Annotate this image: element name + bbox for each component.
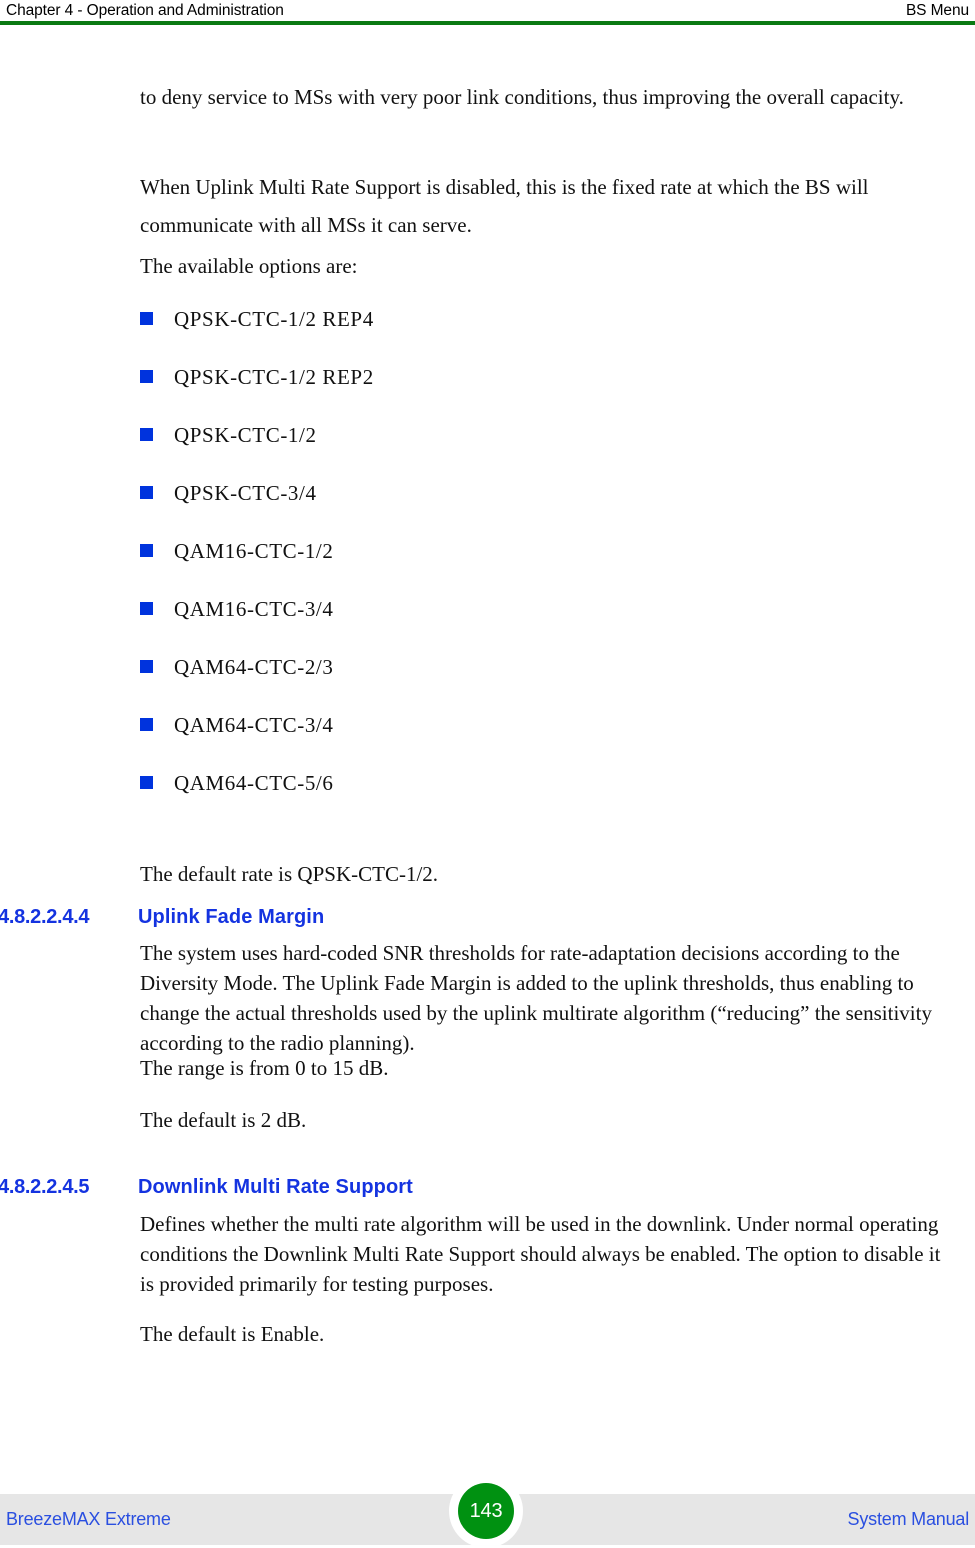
bullet-square-icon: [140, 660, 153, 673]
paragraph-uplink-disabled: When Uplink Multi Rate Support is disabl…: [140, 175, 869, 237]
list-item: QAM16-CTC-1/2: [140, 538, 958, 596]
paragraph-default-rate: The default rate is QPSK-CTC-1/2.: [140, 862, 439, 886]
rate-option-label: QPSK-CTC-3/4: [174, 481, 317, 505]
list-item: QPSK-CTC-1/2: [140, 422, 958, 480]
list-item: QPSK-CTC-3/4: [140, 480, 958, 538]
paragraph-default-enable: The default is Enable.: [140, 1322, 325, 1346]
rate-option-label: QAM16-CTC-1/2: [174, 539, 334, 563]
heading-title: Downlink Multi Rate Support: [138, 1176, 413, 1198]
paragraph-available-options: The available options are:: [140, 254, 358, 278]
bullet-square-icon: [140, 312, 153, 325]
list-item: QAM64-CTC-3/4: [140, 712, 958, 770]
document-type: System Manual: [847, 1509, 970, 1529]
rate-option-label: QAM16-CTC-3/4: [174, 597, 334, 621]
rate-option-label: QPSK-CTC-1/2: [174, 423, 317, 447]
list-item: QPSK-CTC-1/2 REP2: [140, 364, 958, 422]
page-footer: BreezeMAX Extreme System Manual 143: [0, 1474, 975, 1548]
section-label: BS Menu: [905, 2, 969, 19]
bullet-square-icon: [140, 486, 153, 499]
list-item: QAM16-CTC-3/4: [140, 596, 958, 654]
rate-options-list: QPSK-CTC-1/2 REP4 QPSK-CTC-1/2 REP2 QPSK…: [140, 306, 958, 828]
bullet-square-icon: [140, 544, 153, 557]
paragraph-fade-margin-description: The system uses hard-coded SNR threshold…: [140, 941, 932, 1055]
list-item: QPSK-CTC-1/2 REP4: [140, 306, 958, 364]
heading-number: 4.8.2.2.4.5: [0, 1176, 90, 1198]
rate-option-label: QPSK-CTC-1/2 REP2: [174, 365, 374, 389]
product-name: BreezeMAX Extreme: [6, 1509, 171, 1529]
heading-number: 4.8.2.2.4.4: [0, 906, 90, 928]
bullet-square-icon: [140, 370, 153, 383]
bullet-square-icon: [140, 776, 153, 789]
heading-title: Uplink Fade Margin: [138, 906, 325, 928]
page-number-badge: 143: [458, 1483, 514, 1539]
paragraph-default-2db: The default is 2 dB.: [140, 1108, 307, 1132]
paragraph-downlink-description: Defines whether the multi rate algorithm…: [140, 1212, 941, 1296]
rate-option-label: QAM64-CTC-5/6: [174, 771, 334, 795]
list-item: QAM64-CTC-5/6: [140, 770, 958, 828]
bullet-square-icon: [140, 428, 153, 441]
rate-option-label: QAM64-CTC-2/3: [174, 655, 334, 679]
rate-option-label: QPSK-CTC-1/2 REP4: [174, 307, 374, 331]
heading-downlink-multi-rate-support: 4.8.2.2.4.5 Downlink Multi Rate Support: [0, 1175, 975, 1200]
bullet-square-icon: [140, 718, 153, 731]
page-header-row: Chapter 4 - Operation and Administration…: [0, 0, 975, 20]
chapter-title: Chapter 4 - Operation and Administration: [6, 2, 284, 19]
page-number-badge-ring: 143: [449, 1474, 523, 1548]
paragraph-range: The range is from 0 to 15 dB.: [140, 1056, 389, 1080]
list-item: QAM64-CTC-2/3: [140, 654, 958, 712]
header-divider-rule: [0, 21, 975, 25]
bullet-square-icon: [140, 602, 153, 615]
paragraph-deny-service: to deny service to MSs with very poor li…: [140, 85, 904, 109]
rate-option-label: QAM64-CTC-3/4: [174, 713, 334, 737]
heading-uplink-fade-margin: 4.8.2.2.4.4 Uplink Fade Margin: [0, 905, 975, 930]
